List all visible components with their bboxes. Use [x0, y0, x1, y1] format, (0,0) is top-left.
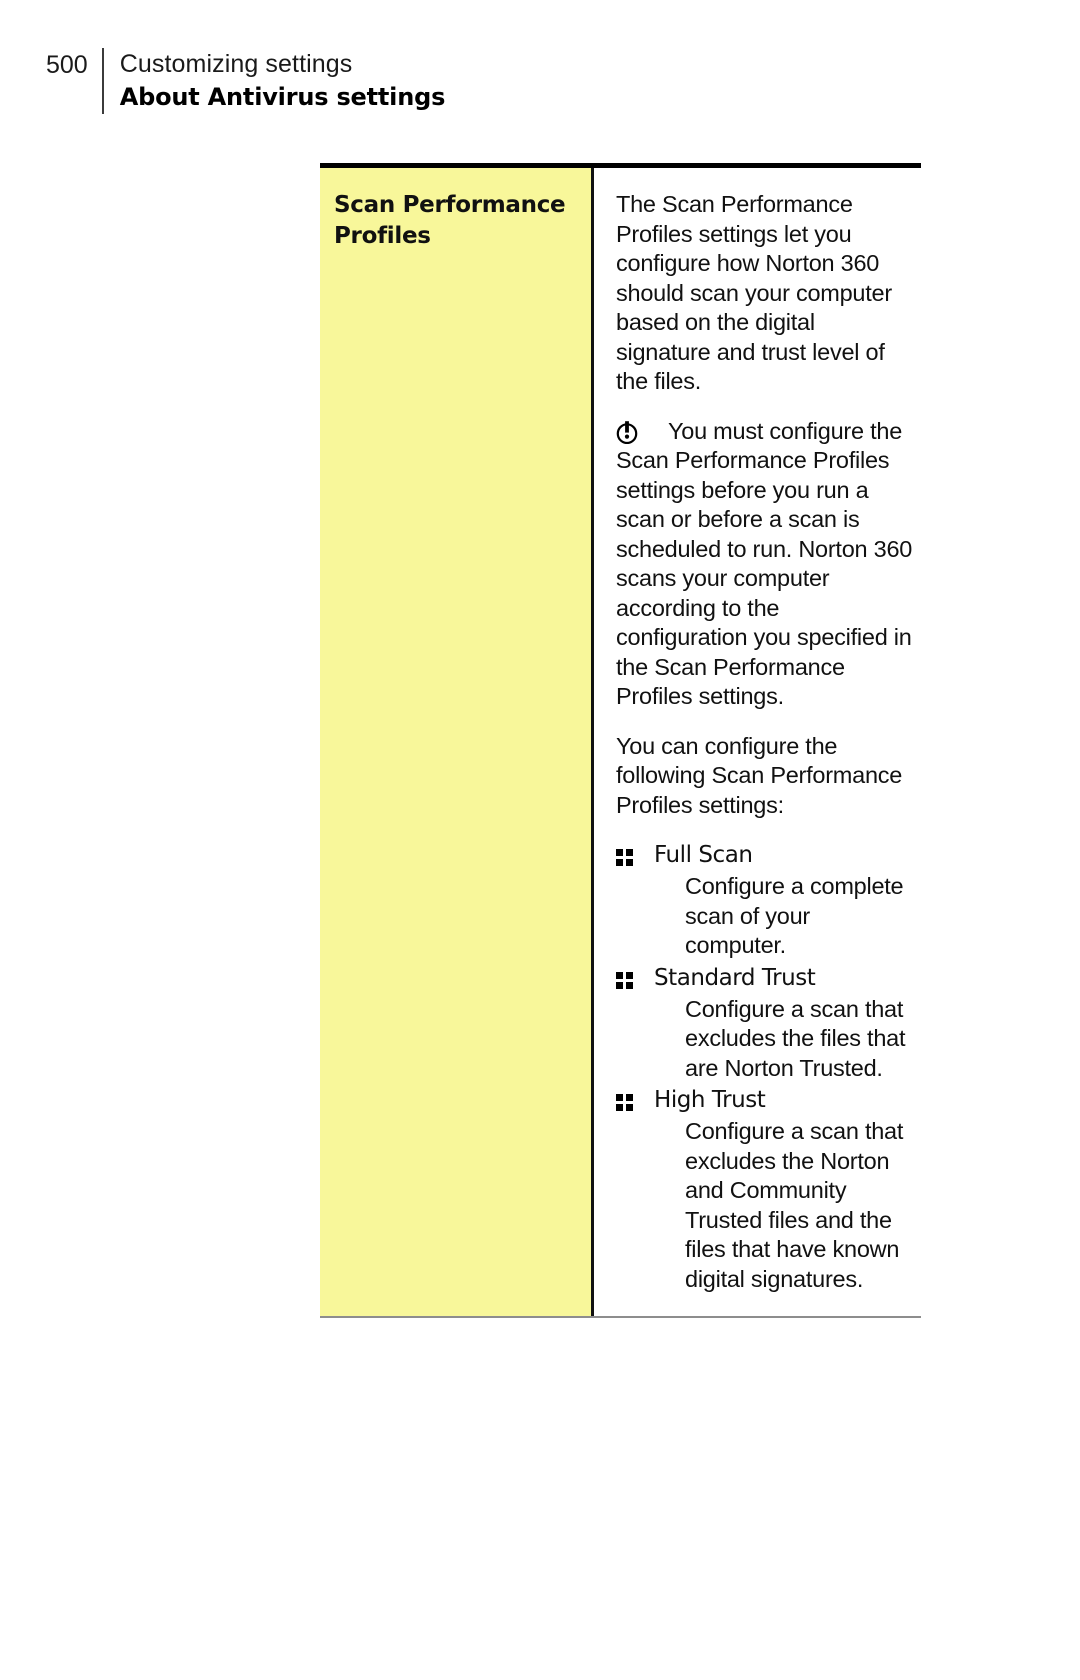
list-item: Full Scan Configure a complete scan of y…: [616, 840, 915, 961]
list-item-label: Standard Trust: [654, 964, 816, 991]
term-cell: Scan Performance Profiles: [320, 168, 594, 1316]
note-exclamation-icon: [616, 420, 638, 444]
table-row: Scan Performance Profiles The Scan Perfo…: [320, 168, 921, 1318]
page-number: 500: [46, 51, 88, 79]
list-item-label: Full Scan: [654, 842, 753, 868]
breadcrumb-chapter: Customizing settings: [119, 50, 353, 78]
note-text: You must configure the Scan Performance …: [616, 417, 913, 710]
term-label: Scan Performance Profiles: [334, 192, 566, 249]
definition-cell: The Scan Performance Profiles settings l…: [594, 168, 921, 1316]
four-squares-bullet-icon: [616, 1094, 633, 1111]
list-item-description: Configure a scan that excludes the files…: [685, 995, 906, 1081]
four-squares-bullet-icon: [616, 849, 633, 866]
header-title-block: Customizing settings About Antivirus set…: [119, 48, 446, 114]
settings-bullet-list: Full Scan Configure a complete scan of y…: [616, 840, 915, 1294]
list-item: High Trust Configure a scan that exclude…: [616, 1085, 915, 1294]
definition-intro-paragraph: The Scan Performance Profiles settings l…: [616, 191, 892, 394]
list-item-description: Configure a scan that excludes the Norto…: [685, 1118, 904, 1292]
list-intro-paragraph: You can configure the following Scan Per…: [616, 732, 903, 818]
page-running-header: 500 Customizing settings About Antivirus…: [46, 48, 445, 114]
settings-definition-table: Scan Performance Profiles The Scan Perfo…: [320, 163, 921, 1318]
list-item-description: Configure a complete scan of your comput…: [685, 873, 904, 958]
list-item: Standard Trust Configure a scan that exc…: [616, 963, 915, 1084]
list-item-label: High Trust: [654, 1087, 766, 1113]
note-paragraph: You must configure the Scan Performance …: [616, 417, 915, 712]
breadcrumb-section: About Antivirus settings: [119, 83, 446, 111]
header-divider-rule: [101, 48, 104, 114]
four-squares-bullet-icon: [616, 971, 633, 989]
